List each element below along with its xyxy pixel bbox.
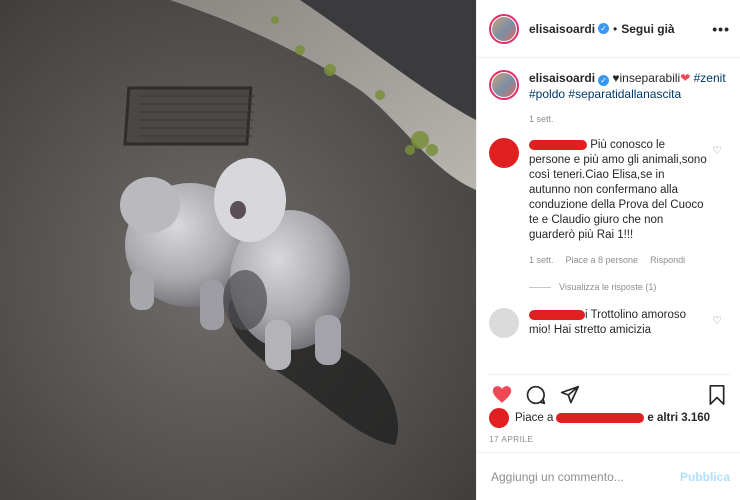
view-replies-button[interactable]: Visualizza le risposte (1) — [529, 282, 730, 292]
comment-item: Più conosco le persone e più amo gli ani… — [489, 138, 730, 268]
caption-text: elisaisoardi ✓ ♥inseparabili❤ #zenit #pol… — [529, 70, 729, 102]
author-avatar-image — [492, 16, 516, 41]
comment-text: i Trottolino amoroso mio! Hai stretto am… — [529, 308, 709, 338]
commenter-avatar-redacted[interactable] — [489, 138, 519, 168]
likes-count[interactable]: e altri 3.160 — [647, 412, 710, 424]
commenter-avatar-default[interactable] — [489, 308, 519, 338]
comment-item: i Trottolino amoroso mio! Hai stretto am… — [489, 308, 730, 338]
comment-likes-link[interactable]: Piace a 8 persone — [566, 253, 639, 268]
comment-bubble-icon[interactable] — [523, 382, 549, 408]
caption-username[interactable]: elisaisoardi — [529, 71, 595, 85]
post-actions-bar — [489, 374, 730, 405]
replies-divider-line — [529, 286, 551, 288]
likes-summary[interactable]: Piace a e altri 3.160 — [489, 408, 730, 428]
author-username[interactable]: elisaisoardi — [529, 22, 595, 36]
comment-input[interactable] — [491, 469, 680, 484]
hashtag-poldo[interactable]: #poldo — [529, 87, 565, 101]
redacted-username — [529, 139, 587, 150]
comments-list[interactable]: elisaisoardi ✓ ♥inseparabili❤ #zenit #pol… — [489, 70, 730, 370]
comment-meta: 1 sett. Piace a 8 persone Rispondi — [529, 253, 709, 268]
comment-body-prefix: i — [585, 309, 588, 321]
comment-time: 1 sett. — [529, 255, 554, 265]
reply-button[interactable]: Rispondi — [650, 253, 685, 268]
caption-avatar-image — [492, 73, 516, 97]
save-bookmark-icon[interactable] — [704, 382, 730, 408]
red-heart-emoji: ❤ — [680, 71, 691, 85]
verified-badge-icon: ✓ — [598, 75, 610, 86]
view-replies-label: Visualizza le risposte (1) — [559, 282, 657, 292]
caption-body: ♥inseparabili — [612, 71, 681, 85]
post-header: elisaisoardi ✓ • Segui già ••• — [477, 0, 740, 58]
likes-prefix: Piace a — [515, 412, 554, 424]
add-comment-bar: Pubblica — [477, 452, 740, 500]
post-photo[interactable] — [0, 0, 476, 500]
more-options-icon[interactable]: ••• — [712, 21, 730, 37]
caption: elisaisoardi ✓ ♥inseparabili❤ #zenit #pol… — [489, 70, 730, 102]
header-separator: • — [613, 21, 618, 36]
following-button[interactable]: Segui già — [621, 22, 674, 36]
post-date: 17 APRILE — [489, 434, 534, 444]
author-avatar[interactable] — [489, 13, 519, 44]
liker-avatar-redacted — [489, 408, 509, 428]
hashtag-separatidallanascita[interactable]: #separatidallanascita — [568, 87, 681, 101]
comment-text: Più conosco le persone e più amo gli ani… — [529, 138, 709, 268]
dogs-photo-image — [0, 0, 476, 500]
comment-body: Più conosco le persone e più amo gli ani… — [529, 139, 707, 241]
share-paper-plane-icon[interactable] — [557, 382, 583, 408]
comment-like-heart-icon[interactable]: ♡ — [712, 314, 722, 327]
redacted-username — [529, 309, 585, 320]
hashtag-zenit[interactable]: #zenit — [694, 71, 726, 85]
publish-button[interactable]: Pubblica — [680, 470, 730, 484]
redacted-liker-name — [556, 413, 645, 423]
post-sidebar: elisaisoardi ✓ • Segui già ••• elisaisoa… — [476, 0, 740, 500]
comment-like-heart-icon[interactable]: ♡ — [712, 144, 722, 157]
like-heart-icon[interactable] — [489, 382, 515, 408]
verified-badge-icon: ✓ — [598, 23, 610, 34]
caption-time: 1 sett. — [529, 114, 554, 124]
caption-avatar[interactable] — [489, 70, 519, 100]
